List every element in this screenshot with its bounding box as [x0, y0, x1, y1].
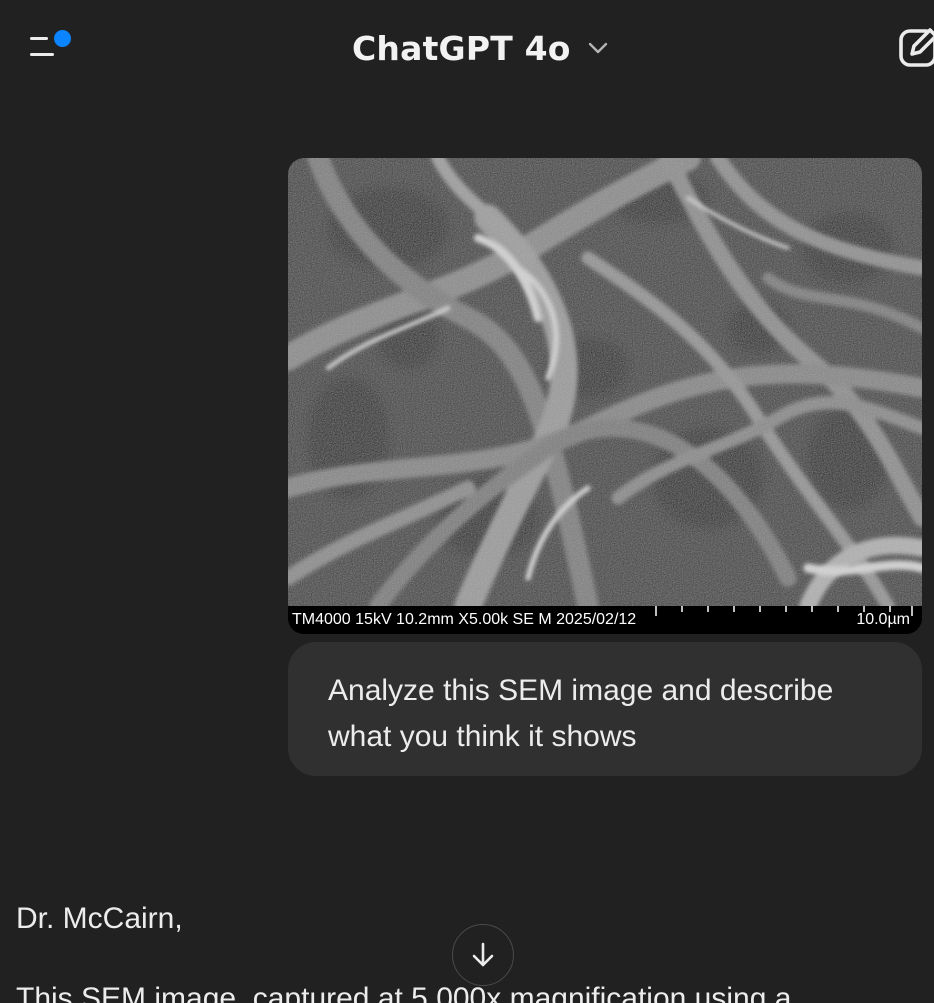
chat-app: ChatGPT 4o TM4000 15kV 10.2mm X5.00k SE … — [0, 0, 934, 1003]
notification-dot — [54, 30, 71, 47]
sidebar-menu-icon-lower-bar — [30, 53, 54, 56]
user-message-bubble: Analyze this SEM image and describe what… — [288, 642, 922, 776]
top-bar: ChatGPT 4o — [0, 0, 934, 96]
sidebar-menu-button[interactable] — [24, 28, 76, 68]
sem-info-bar: TM4000 15kV 10.2mm X5.00k SE M 2025/02/1… — [288, 606, 922, 634]
sem-caption: TM4000 15kV 10.2mm X5.00k SE M 2025/02/1… — [292, 611, 637, 628]
chevron-down-icon — [585, 35, 611, 61]
scale-bar-label: 10.0µm — [856, 611, 910, 628]
compose-icon — [899, 28, 934, 67]
model-selector[interactable]: ChatGPT 4o — [352, 24, 611, 72]
arrow-down-icon — [472, 942, 494, 967]
user-message-text: Analyze this SEM image and describe what… — [328, 674, 834, 753]
scroll-to-bottom-button[interactable] — [452, 924, 514, 986]
sem-micrograph — [288, 158, 922, 606]
sidebar-menu-icon — [30, 37, 48, 40]
model-title: ChatGPT 4o — [352, 28, 571, 68]
sem-image-attachment[interactable]: TM4000 15kV 10.2mm X5.00k SE M 2025/02/1… — [288, 158, 922, 634]
new-chat-button[interactable] — [898, 24, 934, 70]
